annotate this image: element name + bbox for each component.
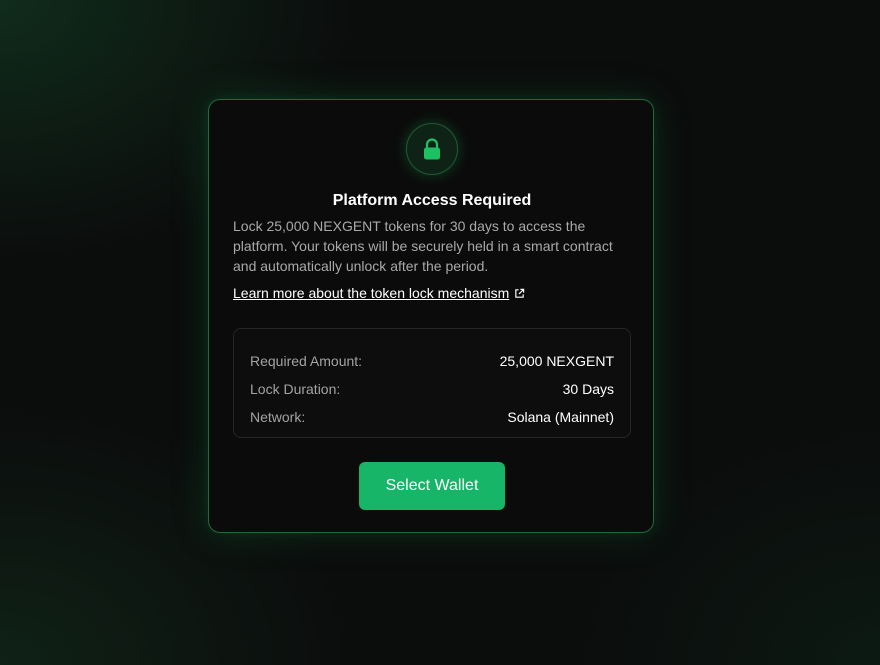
learn-more-label: Learn more about the token lock mechanis… — [233, 285, 510, 301]
detail-row-lock-duration: Lock Duration: 30 Days — [250, 375, 614, 403]
external-link-icon — [515, 288, 525, 298]
select-wallet-button[interactable]: Select Wallet — [359, 462, 505, 510]
lock-icon — [424, 138, 440, 160]
learn-more-link[interactable]: Learn more about the token lock mechanis… — [233, 285, 525, 301]
card-description: Lock 25,000 NEXGENT tokens for 30 days t… — [233, 218, 613, 274]
detail-value: 25,000 NEXGENT — [499, 353, 614, 369]
detail-label: Network: — [250, 409, 306, 425]
detail-value: 30 Days — [562, 381, 614, 397]
detail-value: Solana (Mainnet) — [507, 409, 614, 425]
detail-row-required-amount: Required Amount: 25,000 NEXGENT — [250, 347, 614, 375]
lock-details-panel: Required Amount: 25,000 NEXGENT Lock Dur… — [233, 328, 631, 438]
detail-label: Lock Duration: — [250, 381, 341, 397]
detail-row-network: Network: Solana (Mainnet) — [250, 403, 614, 431]
detail-label: Required Amount: — [250, 353, 363, 369]
lock-badge — [406, 123, 458, 175]
access-card: Platform Access Required Lock 25,000 NEX… — [208, 99, 654, 533]
card-title: Platform Access Required — [332, 192, 532, 209]
